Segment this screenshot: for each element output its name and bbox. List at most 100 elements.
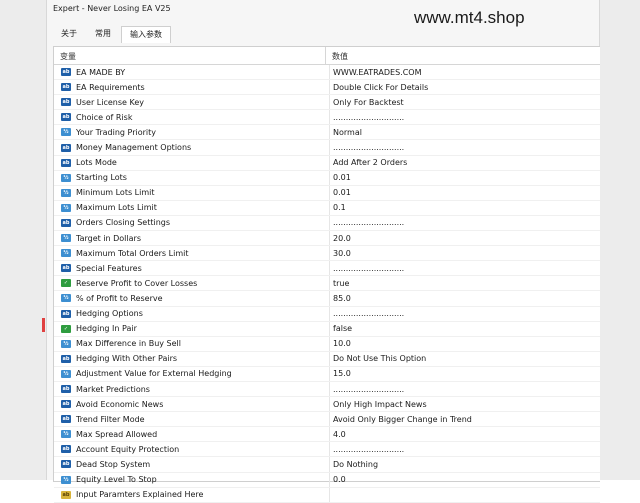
param-value[interactable]: 0.01: [330, 188, 351, 197]
param-value[interactable]: ............................: [330, 385, 404, 394]
param-name-cell: ab Special Features: [54, 261, 330, 276]
param-name-cell: ab EA Requirements: [54, 80, 330, 95]
number-param-icon: ½: [61, 430, 71, 439]
param-value[interactable]: 15.0: [330, 369, 351, 378]
table-row[interactable]: ab Choice of Risk........................…: [54, 110, 600, 126]
table-row[interactable]: ab Hedging Options.......................…: [54, 306, 600, 322]
param-name: Special Features: [76, 263, 142, 273]
table-row[interactable]: ab Dead Stop System Do Nothing: [54, 457, 600, 473]
param-value[interactable]: Double Click For Details: [330, 83, 428, 92]
header-variable[interactable]: 变量: [54, 47, 326, 64]
param-value[interactable]: 30.0: [330, 249, 351, 258]
right-background: [598, 0, 640, 480]
table-row[interactable]: ½ Equity Level To Stop 0.0: [54, 472, 600, 488]
param-name: Adjustment Value for External Hedging: [76, 369, 232, 379]
param-value[interactable]: 4.0: [330, 430, 346, 439]
param-value[interactable]: false: [330, 324, 352, 333]
table-row[interactable]: ½ Minimum Lots Limit 0.01: [54, 185, 600, 201]
string-param-icon: ab: [61, 445, 71, 454]
tab-common[interactable]: 常用: [87, 26, 119, 42]
window-title: Expert - Never Losing EA V25: [53, 4, 171, 13]
table-row[interactable]: ½ Maximum Total Orders Limit 30.0: [54, 246, 600, 262]
table-row[interactable]: ½ Max Difference in Buy Sell 10.0: [54, 336, 600, 352]
header-value[interactable]: 数值: [326, 47, 348, 64]
param-name: % of Profit to Reserve: [76, 293, 163, 303]
param-value[interactable]: Add After 2 Orders: [330, 158, 407, 167]
param-name: Lots Mode: [76, 158, 117, 168]
table-row[interactable]: ab Special Features......................…: [54, 261, 600, 277]
number-param-icon: ½: [61, 173, 71, 182]
param-value[interactable]: ............................: [330, 445, 404, 454]
table-row[interactable]: ½ Your Trading Priority Normal: [54, 125, 600, 141]
param-value[interactable]: ............................: [330, 113, 404, 122]
table-row[interactable]: ab Money Management Options..............…: [54, 140, 600, 156]
string-param-icon: ab: [61, 98, 71, 107]
param-value[interactable]: ............................: [330, 264, 404, 273]
param-value[interactable]: Only High Impact News: [330, 400, 427, 409]
number-param-icon: ½: [61, 339, 71, 348]
table-row[interactable]: ½ Adjustment Value for External Hedging 15…: [54, 366, 600, 382]
table-row[interactable]: ab EA Requirements Double Click For Detail…: [54, 80, 600, 96]
string-param-icon: ab: [61, 113, 71, 122]
red-marker: [42, 318, 45, 332]
param-value[interactable]: 20.0: [330, 234, 351, 243]
string-param-icon: ab: [61, 264, 71, 273]
param-name-cell: ½ Adjustment Value for External Hedging: [54, 366, 330, 381]
number-param-icon: ½: [61, 188, 71, 197]
string-param-icon: ab: [61, 218, 71, 227]
table-row[interactable]: ab Hedging With Other Pairs Do Not Use Thi…: [54, 351, 600, 367]
param-name-cell: ½ Max Difference in Buy Sell: [54, 336, 330, 351]
param-name: Target in Dollars: [76, 233, 141, 243]
param-value[interactable]: Normal: [330, 128, 362, 137]
param-name: Maximum Lots Limit: [76, 203, 157, 213]
param-value[interactable]: Do Not Use This Option: [330, 354, 426, 363]
param-value[interactable]: Only For Backtest: [330, 98, 404, 107]
param-name-cell: ½ Minimum Lots Limit: [54, 185, 330, 200]
param-value[interactable]: Do Nothing: [330, 460, 378, 469]
table-row[interactable]: ab User License Key Only For Backtest: [54, 95, 600, 111]
inputs-panel: 变量 数值 ab EA MADE BY WWW.EATRADES.COM ab EA R…: [53, 46, 600, 503]
table-row[interactable]: ab Avoid Economic News Only High Impact Ne…: [54, 397, 600, 413]
param-name: Orders Closing Settings: [76, 218, 171, 228]
string-param-icon: ab: [61, 385, 71, 394]
param-name-cell: ½ Max Spread Allowed: [54, 427, 330, 442]
table-row[interactable]: ab Account Equity Protection.............…: [54, 442, 600, 458]
param-value[interactable]: 10.0: [330, 339, 351, 348]
number-param-icon: ½: [61, 203, 71, 212]
string-param-icon: ab: [61, 460, 71, 469]
param-value[interactable]: Avoid Only Bigger Change in Trend: [330, 415, 472, 424]
param-value[interactable]: ............................: [330, 218, 404, 227]
table-row[interactable]: ½ % of Profit to Reserve 85.0: [54, 291, 600, 307]
table-row[interactable]: ab EA MADE BY WWW.EATRADES.COM: [54, 65, 600, 81]
bool-param-icon: ✓: [61, 324, 71, 333]
tab-inputs[interactable]: 输入参数: [121, 26, 171, 43]
table-row[interactable]: ✓ Hedging In Pair false: [54, 321, 600, 337]
table-row[interactable]: ✓ Reserve Profit to Cover Losses true: [54, 276, 600, 292]
table-header: 变量 数值: [54, 47, 600, 65]
table-row[interactable]: ½ Max Spread Allowed 4.0: [54, 427, 600, 443]
param-value[interactable]: 85.0: [330, 294, 351, 303]
param-value[interactable]: true: [330, 279, 349, 288]
tab-about[interactable]: 关于: [53, 26, 85, 42]
param-value[interactable]: 0.1: [330, 203, 346, 212]
param-value[interactable]: 0.01: [330, 173, 351, 182]
string-param-icon: ab: [61, 143, 71, 152]
table-row[interactable]: ½ Target in Dollars 20.0: [54, 231, 600, 247]
number-param-icon: ½: [61, 128, 71, 137]
table-row[interactable]: ½ Maximum Lots Limit 0.1: [54, 200, 600, 216]
param-name-cell: ½ Your Trading Priority: [54, 125, 330, 140]
param-value[interactable]: ............................: [330, 143, 404, 152]
table-row[interactable]: ab Trend Filter Mode Avoid Only Bigger Cha…: [54, 412, 600, 428]
param-name: Max Spread Allowed: [76, 429, 158, 439]
param-name-cell: ½ Target in Dollars: [54, 231, 330, 246]
table-row[interactable]: ab Orders Closing Settings...............…: [54, 215, 600, 232]
param-value[interactable]: ............................: [330, 309, 404, 318]
param-value[interactable]: WWW.EATRADES.COM: [330, 68, 421, 77]
table-row[interactable]: ab Market Predictions....................…: [54, 381, 600, 398]
param-name: Starting Lots: [76, 173, 127, 183]
table-row[interactable]: ½ Starting Lots 0.01: [54, 170, 600, 186]
param-name-cell: ab Trend Filter Mode: [54, 412, 330, 427]
param-name: Market Predictions: [76, 384, 150, 394]
table-row[interactable]: ab Lots Mode Add After 2 Orders: [54, 155, 600, 171]
table-row[interactable]: ab Input Paramters Explained Here: [54, 487, 600, 503]
